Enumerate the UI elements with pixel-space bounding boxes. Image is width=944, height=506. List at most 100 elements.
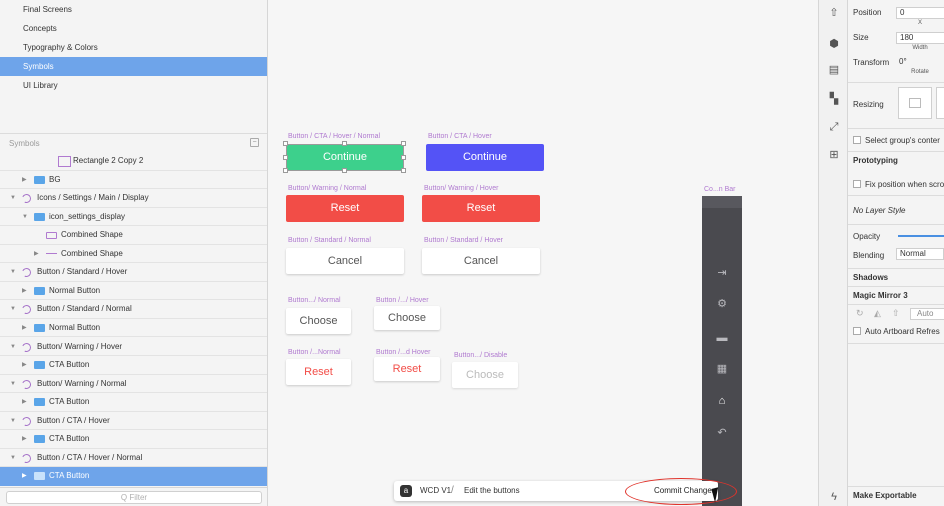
width-field[interactable]: 180 [896,32,944,44]
disclosure-open-icon[interactable]: ▼ [10,263,16,281]
layer-row[interactable]: ▼ Button / CTA / Hover / Normal [0,449,267,468]
artboard-caption[interactable]: Button.../ Disable [454,352,507,359]
rotate-field[interactable]: 0° [896,57,944,69]
symbol-button-preview[interactable]: Continue [426,144,544,171]
artboard-caption[interactable]: Button /...d Hover [376,349,430,356]
grid-icon[interactable]: ▦ [716,363,728,375]
page-item[interactable]: Final Screens [0,0,267,19]
disclosure-open-icon[interactable]: ▼ [10,338,16,356]
disclosure-open-icon[interactable]: ▼ [10,375,16,393]
resizing-control[interactable] [898,87,932,119]
disclosure-closed-icon[interactable]: ▶ [22,393,27,411]
resize-handle[interactable] [342,168,347,173]
resizing-control-2[interactable] [936,87,944,119]
home-icon[interactable]: ⌂ [716,395,728,407]
layer-row[interactable]: ▶ Combined Shape [0,245,267,264]
disclosure-closed-icon[interactable]: ▶ [22,282,27,300]
symbol-button-preview[interactable]: Reset [374,357,440,381]
disclosure-open-icon[interactable]: ▼ [10,300,16,318]
disclosure-closed-icon[interactable]: ▶ [22,356,27,374]
symbol-button-preview[interactable]: Choose [452,362,518,388]
layer-row[interactable]: ▶ Normal Button [0,319,267,338]
distribute-icon[interactable]: ▚ [827,92,841,106]
auto-artboard-checkbox[interactable] [853,327,861,335]
artboard-caption[interactable]: Button / CTA / Hover / Normal [288,133,380,140]
resize-handle[interactable] [401,168,406,173]
disclosure-closed-icon[interactable]: ▶ [22,319,27,337]
resize-handle[interactable] [283,154,288,160]
layer-row[interactable]: ▼ icon_settings_display [0,208,267,227]
layer-row[interactable]: ▶ CTA Button [0,430,267,449]
share-icon[interactable]: ⇧ [827,6,841,20]
gear-icon[interactable]: ⚙ [716,298,728,310]
artboard-caption[interactable]: Button/ Warning / Hover [424,185,498,192]
disclosure-closed-icon[interactable]: ▶ [22,467,27,485]
add-image-icon[interactable]: ⊞ [827,148,841,162]
project-name[interactable]: WCD V1 [420,481,451,501]
symbol-button-preview[interactable]: Cancel [286,248,404,274]
login-icon[interactable]: ⇥ [716,267,728,279]
make-exportable-button[interactable]: Make Exportable [848,486,944,504]
layer-row[interactable]: ▼ Icons / Settings / Main / Display [0,189,267,208]
canvas[interactable]: Button / CTA / Hover / Normal Continue But… [268,0,818,506]
bar-caption[interactable]: Co...n Bar [704,186,736,193]
resize-handle[interactable] [342,141,347,146]
artboard-caption[interactable]: Button/ Warning / Normal [288,185,366,192]
artboard-caption[interactable]: Button /...Normal [288,349,341,356]
align-icon[interactable]: ▤ [827,63,841,77]
symbol-button-preview[interactable]: Reset [286,195,404,222]
resize-handle[interactable] [283,168,288,173]
layer-row[interactable]: ▼ Button / Standard / Normal [0,300,267,319]
resize-handle[interactable] [401,154,406,160]
artboard-caption[interactable]: Button / CTA / Hover [428,133,492,140]
layer-row[interactable]: ▼ Button / Standard / Hover [0,263,267,282]
layer-row[interactable]: Combined Shape [0,226,267,245]
layer-row[interactable]: ▼ Button / CTA / Hover [0,412,267,431]
blending-select[interactable]: Normal [896,248,944,260]
layer-row[interactable]: ▼ Button/ Warning / Normal [0,375,267,394]
disclosure-closed-icon[interactable]: ▶ [22,171,27,189]
resize-handle[interactable] [283,141,288,146]
symbol-button-preview[interactable]: Reset [286,359,351,385]
resize-handle[interactable] [401,141,406,146]
select-group-checkbox[interactable] [853,136,861,144]
page-item[interactable]: Typography & Colors [0,38,267,57]
select-group-option[interactable]: Select group's conter [853,136,940,145]
layer-row[interactable]: ▶ CTA Button [0,393,267,412]
back-icon[interactable]: ↶ [716,427,728,439]
resize-icon[interactable]: ⤢ [827,120,841,134]
layer-style-select[interactable]: No Layer Style [853,206,905,215]
page-item[interactable]: UI Library [0,76,267,95]
artboard-caption[interactable]: Button / Standard / Normal [288,237,371,244]
fix-position-option[interactable]: Fix position when scro [853,180,944,189]
disclosure-open-icon[interactable]: ▼ [10,449,16,467]
flip-icon[interactable]: ⇧ [892,308,900,319]
symbol-button-preview[interactable]: Continue [286,144,404,171]
layer-row[interactable]: ▶ CTA Button [0,467,267,486]
page-item[interactable]: Symbols [0,57,267,76]
symbol-button-preview[interactable]: Choose [286,308,351,334]
auto-artboard-option[interactable]: Auto Artboard Refres [853,327,940,336]
shadows-header[interactable]: Shadows [848,268,944,286]
layer-row[interactable]: ▼ Button/ Warning / Hover [0,338,267,356]
opacity-slider[interactable] [898,235,944,237]
layer-row[interactable]: Rectangle 2 Copy 2 [0,152,267,171]
filter-input[interactable]: Q Filter [6,491,262,504]
artboard-caption[interactable]: Button.../ Normal [288,297,341,304]
layer-row[interactable]: ▶ Normal Button [0,282,267,301]
disclosure-open-icon[interactable]: ▼ [10,412,16,430]
page-item[interactable]: Concepts [0,19,267,38]
position-x-field[interactable]: 0 [896,7,944,19]
refresh-icon[interactable]: ↻ [856,308,864,319]
fix-position-checkbox[interactable] [853,180,861,188]
symbols-section-header[interactable]: Symbols − [0,133,267,152]
perspective-icon[interactable]: ◭ [874,308,881,319]
disclosure-closed-icon[interactable]: ▶ [22,430,27,448]
symbol-button-preview[interactable]: Reset [422,195,540,222]
window-icon[interactable]: ▬ [716,332,728,344]
artboard-caption[interactable]: Button / Standard / Hover [424,237,503,244]
disclosure-open-icon[interactable]: ▼ [22,208,28,226]
auto-select[interactable]: Auto [910,308,944,320]
layer-row[interactable]: ▶ BG [0,171,267,190]
collapse-icon[interactable]: − [250,138,259,147]
